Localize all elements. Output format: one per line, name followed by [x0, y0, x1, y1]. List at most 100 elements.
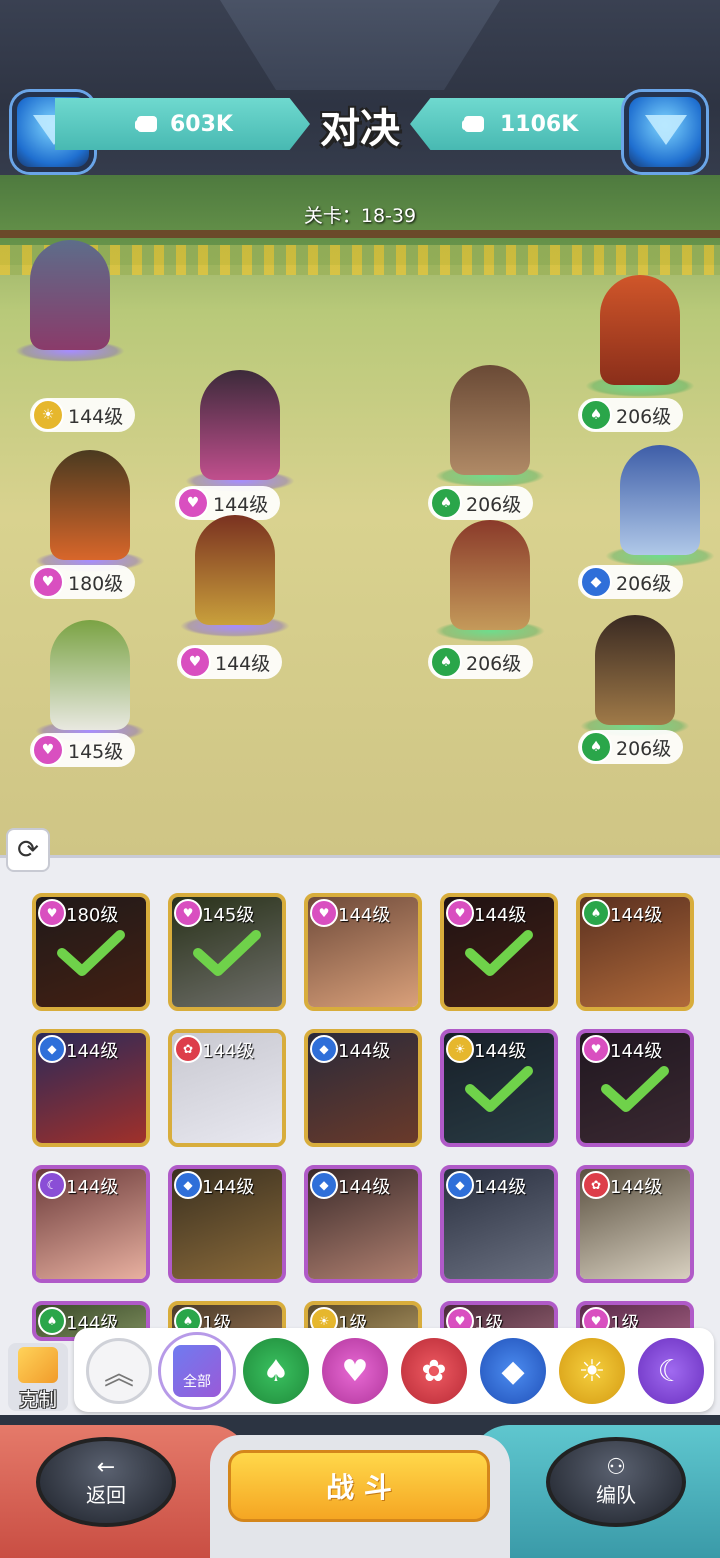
checkmark-icon: [465, 930, 533, 976]
formation-label: 编队: [596, 1482, 636, 1507]
hero-level: 144级: [610, 905, 663, 926]
refresh-icon: ⟳: [17, 835, 39, 865]
hero-card[interactable]: ♥ 180级: [32, 893, 150, 1011]
enemy-unit[interactable]: [420, 365, 560, 505]
heart-icon: ♥: [310, 899, 338, 927]
diamond-icon: ◆: [580, 566, 612, 598]
back-button[interactable]: ← 返回: [36, 1437, 176, 1527]
hero-level: 144级: [66, 1177, 119, 1198]
team-icon: ⚇: [606, 1454, 626, 1480]
heart-icon: ♥: [38, 899, 66, 927]
hero-level: 144级: [610, 1177, 663, 1198]
top-banner: 603K 对决 1106K: [0, 0, 720, 175]
hero-card[interactable]: ◆ 144级: [304, 1029, 422, 1147]
hero-card[interactable]: ◆ 144级: [304, 1165, 422, 1283]
leaf-icon: ♠: [262, 1353, 290, 1389]
hero-level: 144级: [610, 1041, 663, 1062]
enemy-unit[interactable]: [590, 445, 720, 585]
hero-card[interactable]: ◆ 144级: [440, 1165, 558, 1283]
ally-level-badge: ♥ 180级: [30, 565, 136, 599]
checkmark-icon: [601, 1066, 669, 1112]
hero-card[interactable]: ♥ 144级: [576, 1029, 694, 1147]
heart-icon: ♥: [446, 899, 474, 927]
heart-icon: ♥: [582, 1035, 610, 1063]
right-team-emblem: [624, 92, 706, 172]
enemy-level-badge: ♠ 206级: [578, 398, 684, 432]
hero-card[interactable]: ◆ 144级: [168, 1165, 286, 1283]
hero-card[interactable]: ☾ 144级: [32, 1165, 150, 1283]
counter-label: 克制: [18, 1389, 57, 1411]
page-title: 对决: [320, 106, 400, 152]
leaf-icon: ♠: [580, 731, 612, 763]
fight-button[interactable]: 战 斗: [228, 1450, 490, 1522]
filter-sun-button[interactable]: ☀: [559, 1338, 625, 1404]
diamond-icon: ◆: [38, 1035, 66, 1063]
fist-icon: [135, 116, 157, 132]
filter-moon-button[interactable]: ☾: [638, 1338, 704, 1404]
hero-level: 144级: [338, 905, 391, 926]
hero-level: 144级: [474, 905, 527, 926]
diamond-icon: ◆: [446, 1171, 474, 1199]
hero-level: 144级: [66, 1041, 119, 1062]
hero-level: 145级: [202, 905, 255, 926]
hero-card[interactable]: ♠ 144级: [576, 893, 694, 1011]
chevron-up-icon: ︽: [104, 1357, 134, 1392]
sun-icon: ☀: [446, 1035, 474, 1063]
heart-icon: ♥: [174, 899, 202, 927]
hero-card[interactable]: ♥ 144级: [304, 893, 422, 1011]
enemy-level-badge: ♠ 206级: [428, 486, 534, 520]
diamond-icon: ◆: [310, 1171, 338, 1199]
back-label: 返回: [86, 1482, 126, 1507]
ally-unit[interactable]: [165, 515, 305, 655]
left-power-value: 603K: [170, 111, 233, 137]
diamond-icon: ◆: [501, 1353, 525, 1389]
all-icon: 全部: [173, 1345, 221, 1397]
stage-label: 关卡：18-39: [303, 205, 417, 227]
hero-card[interactable]: ✿ 144级: [168, 1029, 286, 1147]
filter-diamond-button[interactable]: ◆: [480, 1338, 546, 1404]
diamond-icon: ◆: [174, 1171, 202, 1199]
filter-flower-button[interactable]: ✿: [401, 1338, 467, 1404]
back-arrow-icon: ←: [96, 1454, 116, 1480]
battlefield: 关卡：18-39 ☀ 144级 ♥ 144级 ♥ 180级 ♥ 144级 ♥ 1…: [0, 175, 720, 855]
hero-level: 144级: [474, 1177, 527, 1198]
fight-label: 战 斗: [326, 1471, 392, 1504]
heart-icon: ♥: [341, 1353, 369, 1389]
ally-unit[interactable]: [0, 240, 140, 380]
hero-level: 144级: [202, 1041, 255, 1062]
checkmark-icon: [465, 1066, 533, 1112]
formation-button[interactable]: ⚇ 编队: [546, 1437, 686, 1527]
flower-icon: ✿: [174, 1035, 202, 1063]
enemy-unit[interactable]: [570, 275, 710, 415]
right-power-value: 1106K: [500, 111, 579, 137]
flower-icon: ✿: [582, 1171, 610, 1199]
enemy-level-badge: ♠ 206级: [428, 645, 534, 679]
filter-leaf-button[interactable]: ♠: [243, 1338, 309, 1404]
leaf-icon: ♠: [430, 487, 462, 519]
counter-icon: [18, 1347, 58, 1383]
background-fence: [0, 230, 720, 238]
heart-icon: ♥: [32, 734, 64, 766]
diamond-icon: ◆: [310, 1035, 338, 1063]
banner-cap: [220, 0, 500, 90]
ally-level-badge: ♥ 145级: [30, 733, 136, 767]
leaf-icon: ♠: [580, 399, 612, 431]
filter-heart-button[interactable]: ♥: [322, 1338, 388, 1404]
ally-level-badge: ♥ 144级: [177, 645, 283, 679]
flower-icon: ✿: [421, 1353, 447, 1389]
hero-card[interactable]: ◆ 144级: [32, 1029, 150, 1147]
hero-card[interactable]: ☀ 144级: [440, 1029, 558, 1147]
hero-level: 144级: [338, 1177, 391, 1198]
hero-card[interactable]: ✿ 144级: [576, 1165, 694, 1283]
hero-card[interactable]: ♥ 144级: [440, 893, 558, 1011]
hero-card[interactable]: ♥ 145级: [168, 893, 286, 1011]
hero-level: 144级: [338, 1041, 391, 1062]
collapse-button[interactable]: ︽: [86, 1338, 152, 1404]
refresh-button[interactable]: ⟳: [6, 828, 50, 872]
counter-button[interactable]: 克制: [8, 1343, 68, 1411]
enemy-unit[interactable]: [420, 520, 560, 660]
enemy-level-badge: ♠ 206级: [578, 730, 684, 764]
fist-icon: [462, 116, 484, 132]
hero-level: 144级: [474, 1041, 527, 1062]
filter-all-button[interactable]: 全部: [158, 1332, 236, 1410]
